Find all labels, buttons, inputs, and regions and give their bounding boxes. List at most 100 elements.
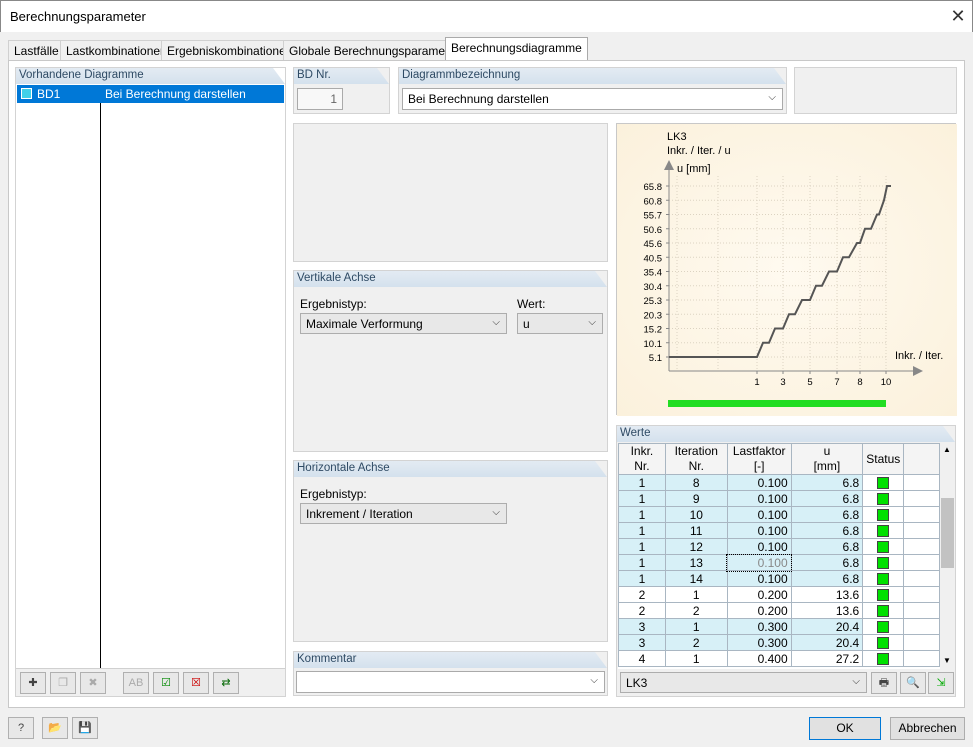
table-cell[interactable]: 0.300 <box>726 634 792 651</box>
table-cell[interactable]: 1 <box>618 538 666 555</box>
table-cell[interactable]: 1 <box>664 586 728 603</box>
table-cell[interactable]: 1 <box>664 618 728 635</box>
empty-panel <box>293 123 608 262</box>
table-cell[interactable]: 11 <box>664 522 728 539</box>
table-cell[interactable]: 13 <box>664 554 728 571</box>
table-cell[interactable]: 27.2 <box>790 650 864 667</box>
table-row[interactable]: 2 2 0.200 13.6 <box>618 602 940 619</box>
column-header: u [mm] <box>790 443 864 475</box>
export-icon[interactable]: ⇲ <box>928 672 954 694</box>
table-cell[interactable]: 0.100 <box>726 506 792 523</box>
help-icon[interactable]: ? <box>8 717 34 739</box>
table-cell[interactable]: 0.100 <box>726 553 793 572</box>
table-row[interactable]: 2 1 0.200 13.6 <box>618 586 940 603</box>
table-cell[interactable]: 6.8 <box>790 474 864 491</box>
save-icon[interactable]: 💾 <box>72 717 98 739</box>
table-cell[interactable]: 6.8 <box>790 490 864 507</box>
load-case-select[interactable]: LK3 ⌵ <box>620 672 867 693</box>
table-cell[interactable]: 13.6 <box>790 586 864 603</box>
table-cell[interactable]: 0.100 <box>726 474 792 491</box>
y-tick-label: 50.6 <box>644 225 663 236</box>
tab-ergebniskombinationen[interactable]: Ergebniskombinationen <box>161 40 299 60</box>
table-cell[interactable]: 6.8 <box>790 570 864 587</box>
table-cell[interactable]: 20.4 <box>790 618 864 635</box>
table-cell[interactable]: 6.8 <box>790 538 864 555</box>
table-cell[interactable]: 0.100 <box>726 490 792 507</box>
cancel-button[interactable]: Abbrechen <box>890 717 965 740</box>
table-cell[interactable]: 0.300 <box>726 618 792 635</box>
table-cell[interactable]: 9 <box>664 490 728 507</box>
table-cell[interactable]: 14 <box>664 570 728 587</box>
vertical-value-select[interactable]: u ⌵ <box>517 313 603 334</box>
table-cell[interactable]: 8 <box>664 474 728 491</box>
table-cell[interactable]: 1 <box>618 490 666 507</box>
table-cell[interactable]: 3 <box>618 634 666 651</box>
column-header-line1: Lastfaktor <box>732 444 786 458</box>
scroll-up-icon[interactable]: ▲ <box>943 445 951 454</box>
diagram-name-combo[interactable]: Bei Berechnung darstellen ⌵ <box>402 88 783 110</box>
table-cell[interactable]: 1 <box>618 474 666 491</box>
table-cell[interactable]: 13.6 <box>790 602 864 619</box>
table-cell[interactable]: 0.200 <box>726 602 792 619</box>
table-cell[interactable]: 0.100 <box>726 522 792 539</box>
ok-button[interactable]: OK <box>809 717 881 740</box>
new-diagram-icon[interactable]: ✚ <box>20 672 46 694</box>
table-row[interactable]: 1 10 0.100 6.8 <box>618 506 940 523</box>
table-cell[interactable]: 4 <box>618 650 666 667</box>
table-cell[interactable]: 3 <box>618 618 666 635</box>
table-cell[interactable]: 0.400 <box>726 650 792 667</box>
table-cell[interactable]: 10 <box>664 506 728 523</box>
table-row[interactable]: 1 13 0.100 6.8 <box>618 553 940 572</box>
list-item[interactable]: BD1 Bei Berechnung darstellen <box>17 85 284 103</box>
table-row[interactable]: 1 12 0.100 6.8 <box>618 538 940 555</box>
invert-selection-icon[interactable]: ⇄ <box>213 672 239 694</box>
table-cell[interactable]: 1 <box>618 554 666 571</box>
table-cell[interactable]: 6.8 <box>790 506 864 523</box>
table-cell[interactable]: 6.8 <box>790 554 864 571</box>
table-cell[interactable]: 1 <box>618 522 666 539</box>
chevron-down-icon: ⌵ <box>492 317 500 328</box>
table-cell[interactable]: 0.200 <box>726 586 792 603</box>
table-cell[interactable]: 2 <box>618 602 666 619</box>
tab-globale-berechnungsparameter[interactable]: Globale Berechnungsparameter <box>283 40 466 60</box>
delete-diagram-icon[interactable]: ✖ <box>80 672 106 694</box>
tab-lastfaelle[interactable]: Lastfälle <box>8 40 65 60</box>
print-icon[interactable]: 🖶 <box>871 672 897 694</box>
comment-input[interactable]: ⌵ <box>296 671 605 693</box>
uncheck-all-icon[interactable]: ☒ <box>183 672 209 694</box>
renumber-icon[interactable]: AB <box>123 672 149 694</box>
table-row[interactable]: 1 14 0.100 6.8 <box>618 570 940 587</box>
diagram-name-value: Bei Berechnung darstellen <box>408 92 549 106</box>
table-cell[interactable]: 0.100 <box>726 538 792 555</box>
scroll-thumb[interactable] <box>941 498 954 568</box>
check-all-icon[interactable]: ☑ <box>153 672 179 694</box>
table-row[interactable]: 1 11 0.100 6.8 <box>618 522 940 539</box>
table-row[interactable]: 3 1 0.300 20.4 <box>618 618 940 635</box>
table-cell[interactable]: 0.100 <box>726 570 792 587</box>
table-row[interactable]: 1 8 0.100 6.8 <box>618 474 940 491</box>
close-icon[interactable]: ✕ <box>947 5 969 27</box>
table-row[interactable]: 4 1 0.400 27.2 <box>618 650 940 667</box>
horizontal-result-type-select[interactable]: Inkrement / Iteration ⌵ <box>300 503 507 524</box>
search-icon[interactable]: 🔍 <box>900 672 926 694</box>
section-header: Diagrammbezeichnung <box>399 68 786 84</box>
table-cell[interactable]: 2 <box>664 602 728 619</box>
table-cell[interactable]: 2 <box>664 634 728 651</box>
table-row[interactable]: 1 9 0.100 6.8 <box>618 490 940 507</box>
table-cell[interactable]: 1 <box>664 650 728 667</box>
table-row[interactable]: 3 2 0.300 20.4 <box>618 634 940 651</box>
tab-berechnungsdiagramme[interactable]: Berechnungsdiagramme <box>445 37 588 61</box>
vertical-scrollbar[interactable]: ▲ ▼ <box>940 443 955 669</box>
y-tick-label: 15.2 <box>644 325 663 336</box>
table-cell[interactable]: 20.4 <box>790 634 864 651</box>
scroll-down-icon[interactable]: ▼ <box>943 656 951 665</box>
table-cell[interactable]: 2 <box>618 586 666 603</box>
table-cell[interactable]: 12 <box>664 538 728 555</box>
vertical-result-type-select[interactable]: Maximale Verformung ⌵ <box>300 313 507 334</box>
table-cell[interactable]: 1 <box>618 570 666 587</box>
tab-lastkombinationen[interactable]: Lastkombinationen <box>60 40 173 60</box>
table-cell[interactable]: 6.8 <box>790 522 864 539</box>
table-cell[interactable]: 1 <box>618 506 666 523</box>
copy-diagram-icon[interactable]: ❐ <box>50 672 76 694</box>
open-folder-icon[interactable]: 📂 <box>42 717 68 739</box>
